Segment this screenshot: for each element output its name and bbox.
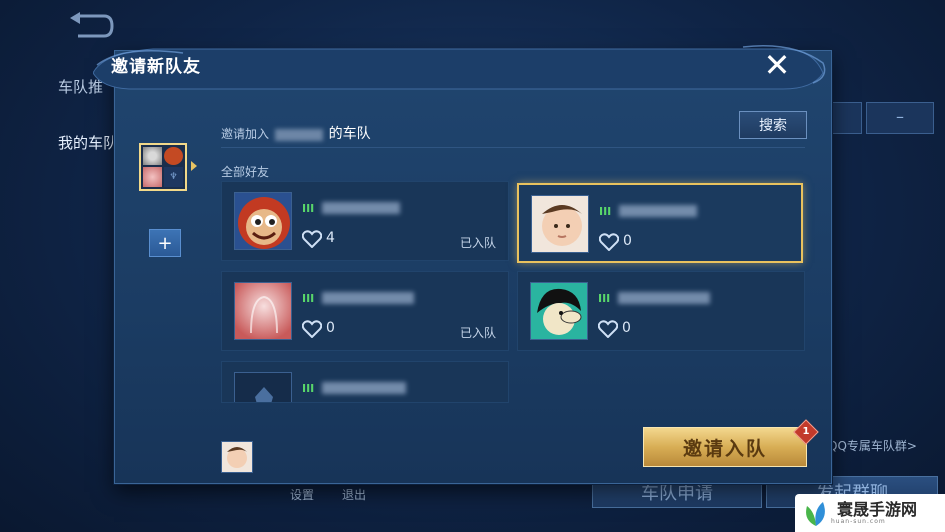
friend-name-blurred: [618, 292, 710, 304]
friend-card[interactable]: III 0 已入队: [221, 271, 509, 351]
heart-icon: [302, 320, 322, 338]
status-joined: 已入队: [459, 326, 496, 340]
friend-card[interactable]: III 0: [517, 271, 805, 351]
heart-icon: [598, 320, 618, 338]
dialog-title: 邀请新队友: [111, 57, 201, 77]
watermark-text: 寰晟手游网: [837, 499, 918, 519]
baby-photo-avatar: [531, 195, 589, 253]
default-hero-avatar: [234, 372, 292, 402]
ghost-pink-avatar: [234, 282, 292, 340]
like-count: 0: [622, 320, 631, 336]
invite-prefix: 邀请加入: [221, 127, 270, 141]
friend-card[interactable]: III: [221, 361, 509, 403]
settings-link[interactable]: 设置: [290, 486, 314, 503]
team-member-avatar: [143, 167, 162, 187]
divider: [221, 147, 805, 148]
invite-to-team-button[interactable]: 邀请入队: [643, 427, 807, 467]
friend-card[interactable]: III 4 已入队: [221, 181, 509, 261]
heart-icon: [302, 230, 322, 248]
team-slot-group[interactable]: ♆: [139, 143, 187, 191]
header-swirl-decoration: [93, 44, 826, 90]
section-label-all-friends: 全部好友: [221, 165, 270, 179]
selected-friend-thumbnail[interactable]: [221, 441, 253, 473]
team-member-avatar: [143, 147, 162, 165]
rank-icon: III: [302, 292, 315, 305]
like-count: 0: [326, 320, 335, 336]
cartoon-face-avatar: [530, 282, 588, 340]
status-joined: 已入队: [459, 236, 496, 250]
bg-button-1[interactable]: [828, 102, 862, 134]
friend-card-selected[interactable]: III 0: [517, 183, 803, 263]
search-button[interactable]: 搜索: [739, 111, 807, 139]
like-count: 4: [326, 230, 335, 246]
badge-count: 1: [802, 426, 810, 437]
heart-icon: [599, 233, 619, 251]
friend-name-blurred: [619, 205, 697, 217]
rank-icon: III: [302, 382, 315, 395]
like-count: 0: [623, 233, 632, 249]
friend-name-blurred: [322, 202, 400, 214]
dialog-header: 邀请新队友 ✕: [93, 43, 833, 95]
exit-link[interactable]: 退出: [342, 486, 366, 503]
rank-icon: III: [598, 292, 611, 305]
rank-icon: III: [302, 202, 315, 215]
invite-dialog: 邀请新队友 ✕ ♆ + 邀请加入 的车队 搜索 全部好友 III 4 已入队 I…: [93, 44, 832, 484]
friend-name-blurred: [322, 292, 414, 304]
rank-icon: III: [599, 205, 612, 218]
leaf-logo-icon: [806, 502, 825, 526]
qq-group-link[interactable]: QQ专属车队群>: [828, 437, 917, 454]
bg-button-minus[interactable]: –: [866, 102, 934, 134]
bg-tab-my-team[interactable]: 我的车队: [58, 132, 118, 153]
friend-name-blurred: [322, 382, 406, 394]
invite-line: 邀请加入 的车队: [221, 123, 371, 143]
site-watermark: 寰晟手游网 huan-sun.com: [795, 494, 945, 532]
team-name-blurred: [274, 128, 323, 141]
monkey-avatar: [234, 192, 292, 250]
selected-arrow-icon: [191, 161, 197, 171]
add-team-button[interactable]: +: [149, 229, 181, 257]
invite-suffix: 的车队: [328, 126, 371, 142]
back-arrow-icon[interactable]: [68, 12, 114, 40]
team-member-avatar: [164, 147, 183, 165]
close-icon[interactable]: ✕: [761, 46, 793, 84]
team-member-avatar: ♆: [164, 167, 183, 187]
watermark-sub: huan-sun.com: [831, 517, 886, 525]
